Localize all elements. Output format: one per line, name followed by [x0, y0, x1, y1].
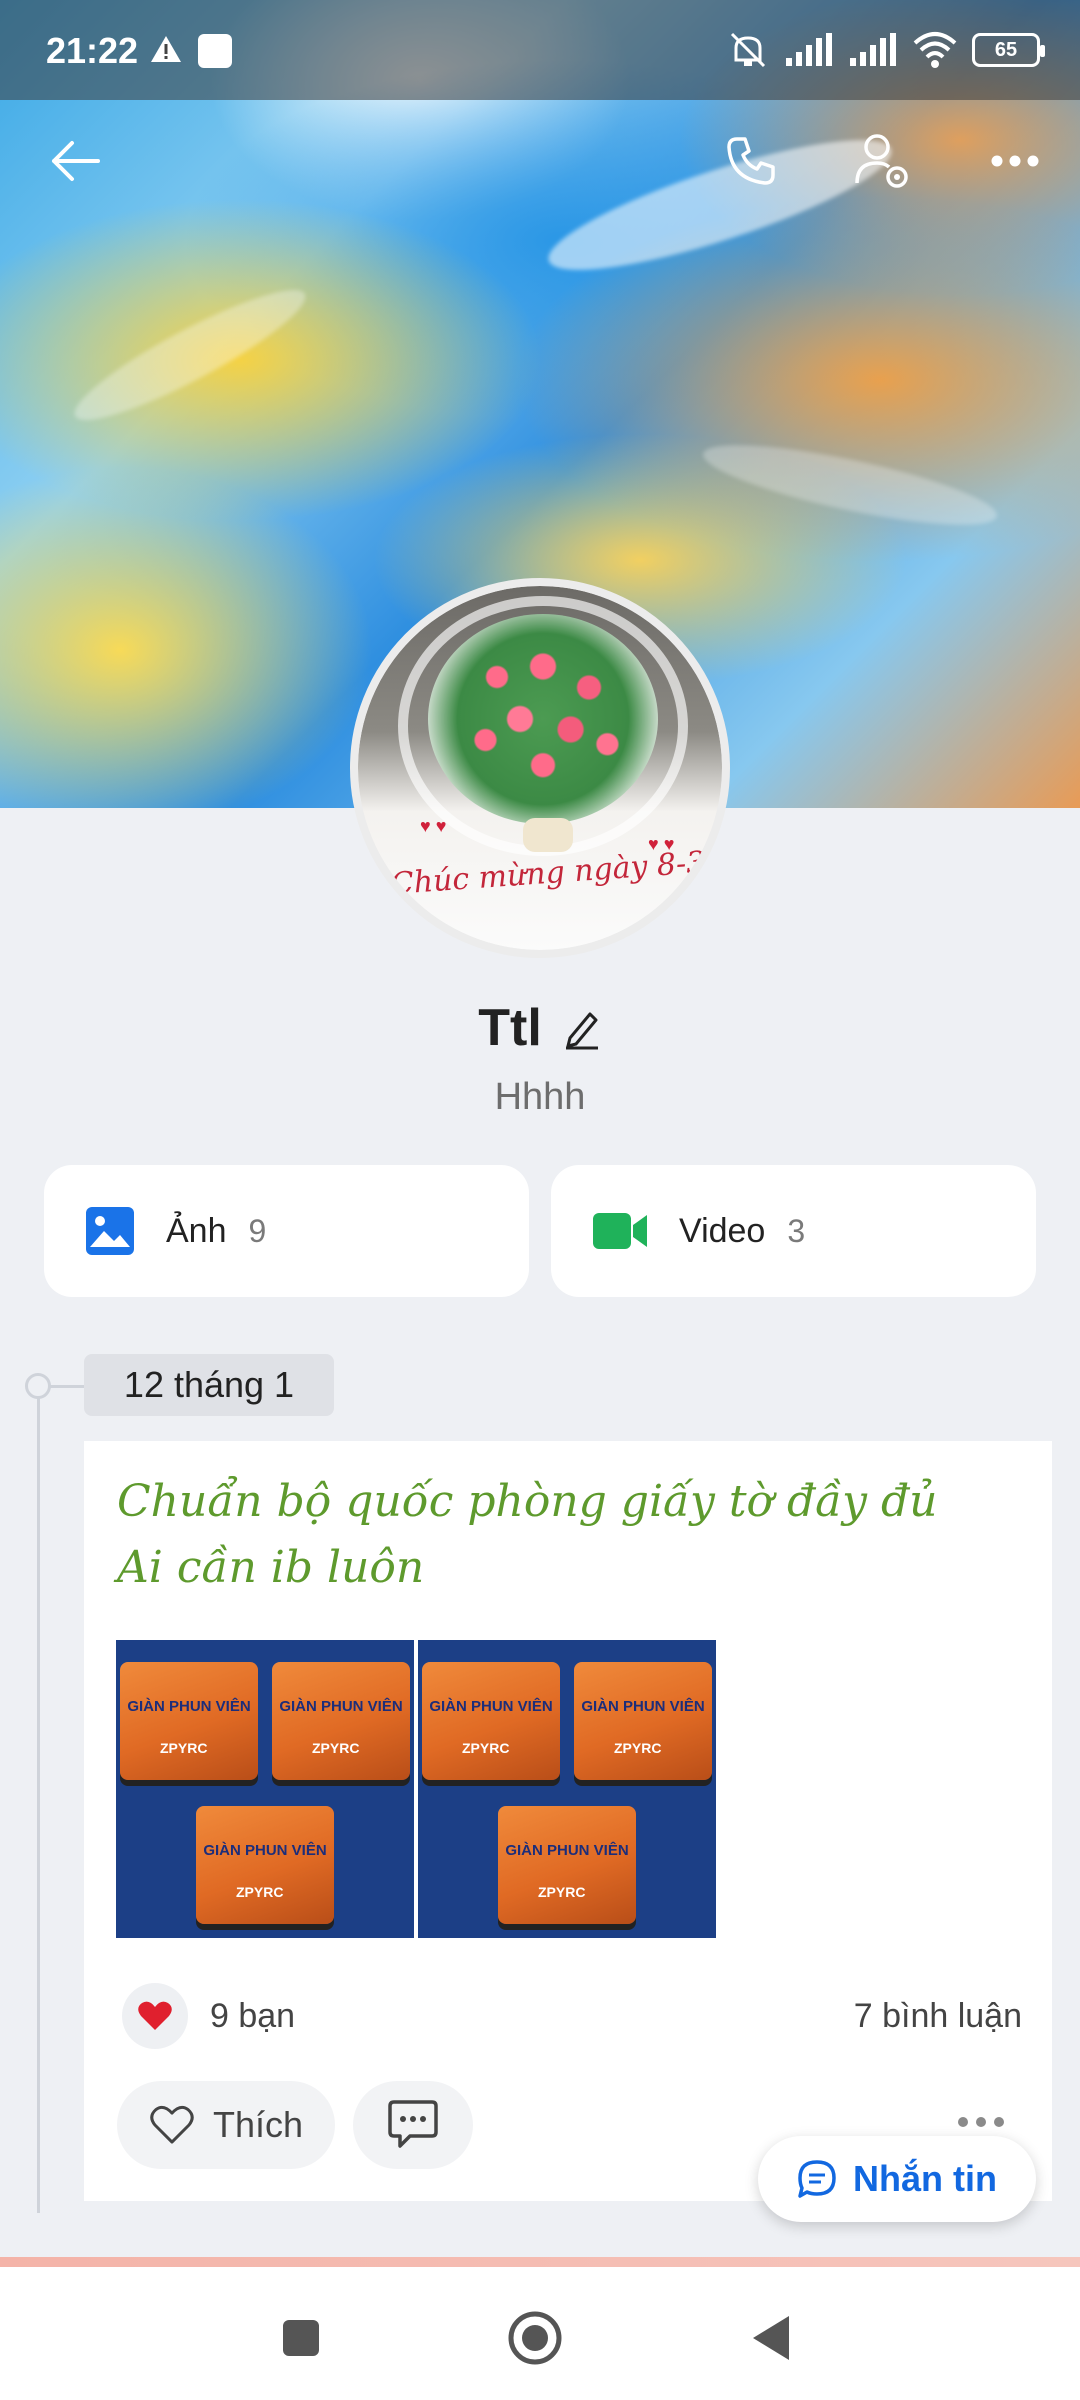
like-button[interactable]: Thích [117, 2081, 335, 2169]
call-button[interactable] [716, 126, 786, 196]
avatar-photo: ♥ ♥ ♥ ♥ Chúc mừng ngày 8-3 [358, 586, 722, 950]
avatar[interactable]: ♥ ♥ ♥ ♥ Chúc mừng ngày 8-3 [350, 578, 730, 958]
photos-card[interactable]: Ảnh 9 [44, 1165, 529, 1297]
post-more-button[interactable] [958, 2117, 1004, 2127]
reaction-summary[interactable] [122, 1983, 188, 2049]
video-camera-icon [593, 1213, 647, 1249]
home-circle-icon [508, 2311, 562, 2365]
back-button[interactable] [40, 126, 110, 196]
videos-count: 3 [787, 1212, 806, 1249]
profile-bio: Hhhh [494, 1076, 586, 1118]
timeline-dot [25, 1373, 51, 1399]
signal-icon [786, 33, 832, 66]
signal-icon-2 [850, 33, 896, 66]
videos-label: Video [679, 1211, 766, 1250]
photos-label: Ảnh [166, 1211, 227, 1250]
back-arrow-icon [52, 141, 100, 181]
videos-card[interactable]: Video 3 [551, 1165, 1036, 1297]
post-photo-2[interactable]: GIÀN PHUN VIÊN ZPYRC GIÀN PHUN VIÊN ZPYRC … [418, 1640, 716, 1938]
battery-indicator: 65 [972, 33, 1045, 67]
post-card[interactable]: Chuẩn bộ quốc phòng giấy tờ đầy đủ Ai cầ… [84, 1441, 1052, 2201]
phone-icon [727, 137, 775, 185]
mute-icon [730, 32, 766, 68]
more-icon [991, 155, 1039, 167]
photos-count: 9 [248, 1212, 267, 1249]
profile-settings-icon [855, 134, 908, 188]
message-button-label: Nhắn tin [853, 2158, 997, 2199]
post-text: Chuẩn bộ quốc phòng giấy tờ đầy đủ Ai cầ… [117, 1476, 938, 1593]
profile-name: Ttl [478, 999, 542, 1057]
wifi-icon [913, 32, 957, 68]
reaction-count[interactable]: 9 bạn [210, 1997, 295, 2036]
recents-button[interactable] [266, 2303, 336, 2373]
timeline-line [37, 1383, 40, 2213]
system-back-button[interactable] [736, 2303, 806, 2373]
system-nav-bar [0, 2267, 1080, 2400]
image-icon [86, 1207, 134, 1255]
message-button[interactable]: Nhắn tin [758, 2136, 1036, 2222]
heart-icon [138, 2001, 172, 2030]
home-button[interactable] [500, 2303, 570, 2373]
post-photo-1[interactable]: GIÀN PHUN VIÊN ZPYRC GIÀN PHUN VIÊN ZPYRC … [116, 1640, 414, 1938]
status-bar: 21:22 65 [0, 0, 1080, 100]
profile-settings-button[interactable] [848, 126, 918, 196]
comment-count[interactable]: 7 bình luận [854, 1997, 1022, 2036]
notification-icon [198, 34, 232, 68]
comment-button[interactable] [353, 2081, 473, 2169]
warning-icon [151, 36, 181, 62]
timeline-date: 12 tháng 1 [84, 1354, 334, 1416]
status-time: 21:22 [46, 30, 139, 71]
more-options-button[interactable] [980, 126, 1050, 196]
like-label: Thích [212, 2104, 303, 2145]
edit-pencil-icon[interactable] [562, 1006, 602, 1050]
chat-bubble-icon [798, 2160, 836, 2198]
comment-icon [388, 2100, 438, 2148]
square-icon [283, 2320, 319, 2356]
heart-outline-icon [150, 2105, 194, 2144]
triangle-back-icon [753, 2316, 789, 2360]
